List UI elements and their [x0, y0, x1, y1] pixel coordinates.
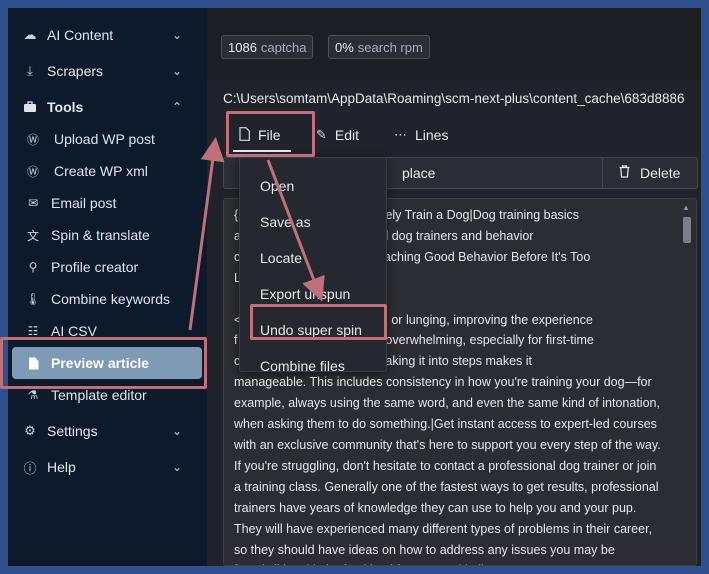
sidebar-subitem-spin-translate[interactable]: 文 Spin & translate [8, 219, 207, 251]
sidebar-item-label: Template editor [51, 387, 147, 403]
editor-line: with an exclusive community that's here … [234, 437, 661, 452]
thermometer-icon: 🌡︎ [25, 292, 41, 306]
window-top-strip [0, 0, 709, 8]
sidebar-item-label: Create WP xml [54, 163, 148, 179]
chevron-down-icon: ⌄ [172, 64, 183, 78]
scroll-up-icon: ▲ [682, 203, 690, 212]
chevron-down-icon: ⌄ [172, 28, 183, 42]
annotation-preview-box [0, 337, 207, 389]
chevron-up-icon: ⌃ [172, 100, 183, 114]
annotation-file-box [226, 111, 315, 157]
trash-icon [619, 165, 630, 181]
editor-line: They will have experienced many differen… [234, 521, 653, 536]
menu-edit-label: Edit [334, 127, 360, 143]
editor-line: so they should have ideas on how to addr… [234, 542, 615, 557]
download-icon: ⤓ [27, 63, 33, 78]
wordpress-icon: Ⓦ [26, 164, 39, 179]
translate-icon: 文 [26, 228, 39, 243]
menu-item-export-unspun[interactable]: Export unspun [260, 286, 350, 302]
replace-label: place [402, 165, 436, 181]
chevron-down-icon: ⌄ [172, 460, 183, 474]
editor-line: a training class. Generally one of the f… [234, 479, 659, 494]
menu-item-combine-files[interactable]: Combine files [260, 358, 345, 374]
sidebar-item-label: Profile creator [51, 259, 139, 275]
editor-line: If you're struggling, don't hesitate to … [234, 458, 657, 473]
menu-lines-label: Lines [415, 127, 449, 143]
cloud-icon: ☁ [23, 27, 37, 42]
sidebar-item-label: Scrapers [47, 63, 104, 79]
sidebar-item-label: Tools [47, 99, 84, 115]
editor-line: f |Cli k t i i i t f iti i f t t i i ll [234, 560, 674, 565]
scroll-thumb[interactable] [683, 217, 691, 243]
editor-line: when asking them to do something.|Get in… [234, 417, 657, 432]
sidebar-subitem-profile-creator[interactable]: ⚲ Profile creator [8, 251, 207, 283]
main-panel: 1086 captcha 0% search rpm C:\Users\somt… [207, 8, 701, 566]
menu-item-save-as[interactable]: Save as [260, 214, 311, 230]
gear-icon: ⚙ [24, 423, 36, 438]
sidebar-item-ai-content[interactable]: ☁ AI Content ⌄ [8, 19, 207, 51]
envelope-icon: ✉ [27, 196, 39, 210]
editor-line: trainers have years of knowledge they ca… [234, 500, 637, 515]
delete-label: Delete [640, 165, 681, 181]
menu-item-locate[interactable]: Locate [260, 250, 302, 266]
editor-line: manageable. This includes consistency in… [234, 375, 652, 390]
lines-icon: ⋯ [394, 127, 407, 142]
sidebar-subitem-create-wp-xml[interactable]: Ⓦ Create WP xml [8, 155, 207, 187]
wordpress-icon: Ⓦ [26, 132, 39, 147]
sidebar-subitem-upload-wp-post[interactable]: Ⓦ Upload WP post [8, 123, 207, 155]
topbar: 1086 captcha 0% search rpm [207, 8, 701, 80]
search-rpm-badge: 0% search rpm [328, 35, 430, 59]
search-rpm-value: 0% [335, 39, 354, 55]
captcha-count: 1086 [228, 39, 257, 55]
captcha-stat-badge: 1086 captcha [221, 35, 314, 59]
menu-item-open[interactable]: Open [260, 178, 294, 194]
menu-lines[interactable]: ⋯ Lines [394, 121, 448, 149]
user-plus-icon: ⚲ [28, 260, 38, 274]
sidebar-item-scrapers[interactable]: ⤓ Scrapers ⌄ [8, 55, 207, 87]
sidebar: ☁ AI Content ⌄ ⤓ Scrapers ⌄ Tools ⌃ Ⓦ Up… [8, 8, 207, 566]
sidebar-item-settings[interactable]: ⚙ Settings ⌄ [8, 415, 207, 447]
captcha-label: captcha [260, 39, 307, 55]
sidebar-item-label: AI Content [47, 27, 114, 43]
sidebar-subitem-combine-keywords[interactable]: 🌡︎ Combine keywords [8, 283, 207, 315]
sidebar-item-label: Spin & translate [51, 227, 150, 243]
annotation-undo-box [250, 304, 387, 340]
sidebar-item-label: Combine keywords [51, 291, 171, 307]
editor-line: example, always using the same word, and… [234, 396, 660, 411]
sidebar-item-help[interactable]: ⓘ Help ⌄ [8, 451, 207, 483]
search-rpm-label: search rpm [357, 39, 423, 55]
file-path: C:\Users\somtam\AppData\Roaming\scm-next… [223, 91, 685, 106]
sidebar-item-label: Help [47, 459, 76, 475]
briefcase-icon [22, 99, 38, 115]
editor-scrollbar[interactable]: ▲ [682, 203, 692, 561]
sidebar-subitem-email-post[interactable]: ✉ Email post [8, 187, 207, 219]
sidebar-item-label: Email post [51, 195, 117, 211]
pencil-icon: ✎ [316, 127, 327, 142]
flask-icon: ⚗ [27, 388, 39, 402]
sidebar-item-label: Settings [47, 423, 98, 439]
sidebar-item-tools[interactable]: Tools ⌃ [8, 91, 207, 123]
info-icon: ⓘ [23, 460, 37, 476]
delete-button[interactable]: Delete [602, 157, 698, 189]
chevron-down-icon: ⌄ [172, 424, 183, 438]
app-window: ☁ AI Content ⌄ ⤓ Scrapers ⌄ Tools ⌃ Ⓦ Up… [8, 8, 701, 566]
sidebar-item-label: Upload WP post [54, 131, 155, 147]
menu-edit[interactable]: ✎ Edit [316, 121, 359, 149]
